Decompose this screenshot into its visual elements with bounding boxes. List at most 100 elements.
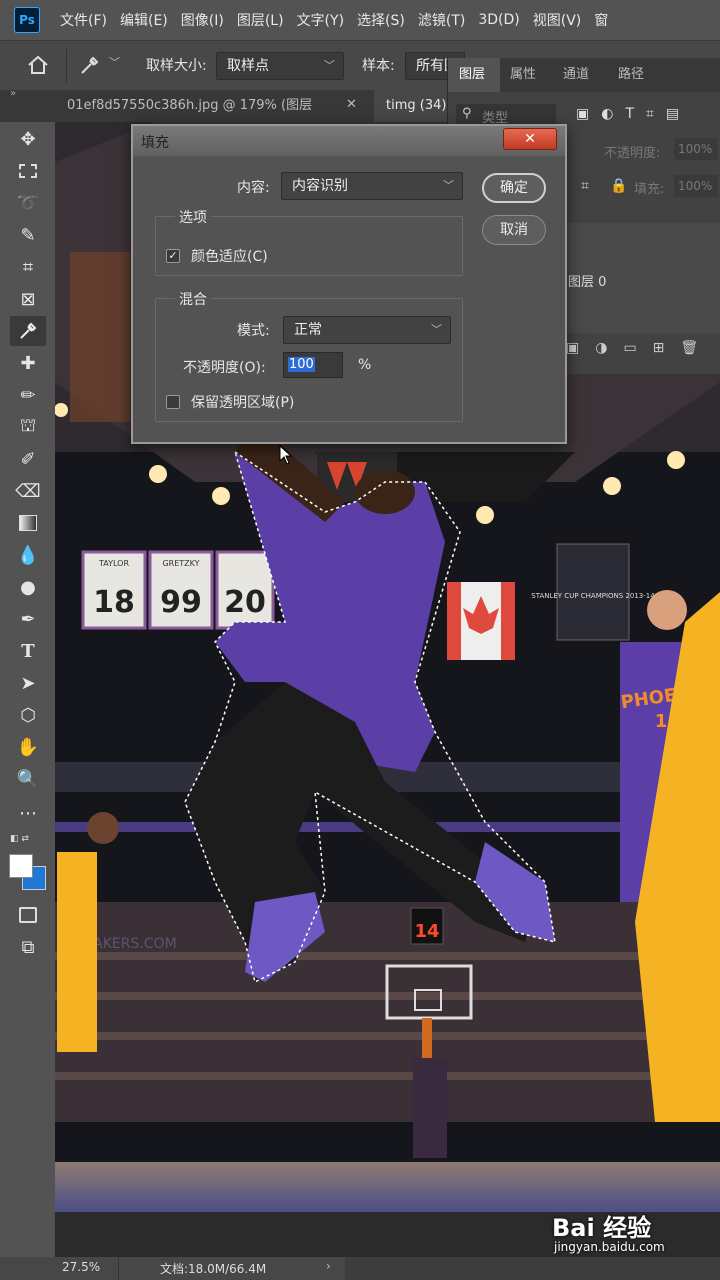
menu-view[interactable]: 视图(V) [533, 10, 582, 30]
banner-name-1: TAYLOR [98, 559, 129, 568]
menu-filter[interactable]: 滤镜(T) [418, 10, 465, 30]
menu-file[interactable]: 文件(F) [60, 10, 107, 30]
pen-tool-icon[interactable]: ✒ [10, 604, 46, 634]
home-icon[interactable] [26, 54, 50, 76]
zoom-level[interactable]: 27.5% [62, 1260, 100, 1274]
menu-bar: Ps 文件(F) 编辑(E) 图像(I) 图层(L) 文字(Y) 选择(S) 滤… [0, 0, 720, 40]
photoshop-logo: Ps [14, 7, 40, 33]
dialog-title-bar[interactable]: 填充 ✕ [133, 126, 565, 156]
blur-tool-icon[interactable]: 💧 [10, 540, 46, 570]
chevron-down-icon[interactable]: ﹀ [109, 54, 120, 70]
zoom-tool-icon[interactable]: 🔍 [10, 764, 46, 794]
panel-collapse-icon[interactable]: » [10, 88, 16, 99]
cancel-button[interactable]: 取消 [482, 215, 546, 245]
menu-type[interactable]: 文字(Y) [297, 10, 344, 30]
sample-label: 样本: [362, 58, 395, 74]
tab-properties[interactable]: 属性 [510, 58, 536, 92]
move-tool-icon[interactable]: ✥ [10, 124, 46, 154]
banner-name-2: GRETZKY [162, 559, 199, 568]
fill-field[interactable]: 100% [674, 175, 718, 197]
color-adapt-checkbox[interactable]: ✓ [166, 249, 180, 263]
close-tab-icon[interactable]: ✕ [346, 97, 357, 112]
jersey-right-number: 1 [655, 711, 668, 732]
mode-select[interactable]: 正常 ﹀ [283, 316, 451, 344]
layer-actions[interactable]: ▣◑▭⊞🗑 [566, 340, 716, 362]
banner-number-2: 99 [160, 585, 202, 620]
crop-tool-icon[interactable]: ⌗ [10, 252, 46, 282]
layer-filter-icons[interactable]: ▣◐T⌗▤ [576, 106, 716, 126]
tab-layers[interactable]: 图层 [448, 58, 500, 92]
hand-tool-icon[interactable]: ✋ [10, 732, 46, 762]
history-brush-tool-icon[interactable]: ✐ [10, 444, 46, 474]
banner-number-1: 18 [93, 585, 135, 620]
tab-paths[interactable]: 路径 [618, 58, 644, 92]
watermark-url: jingyan.baidu.com [554, 1240, 665, 1254]
content-select[interactable]: 内容识别 ﹀ [281, 172, 463, 200]
opacity-unit: % [358, 357, 372, 373]
lock-all-icon[interactable]: 🔒 [610, 178, 627, 194]
search-icon: ⚲ [462, 106, 472, 121]
ok-button[interactable]: 确定 [482, 173, 546, 203]
blend-group-title: 混合 [175, 289, 211, 309]
tab-channels[interactable]: 通道 [563, 58, 589, 92]
color-adapt-label: 颜色适应(C) [191, 249, 268, 265]
tab-document-2[interactable]: timg (34) [374, 90, 450, 122]
mouse-cursor-icon [279, 444, 293, 469]
magic-wand-tool-icon[interactable]: ✎ [10, 220, 46, 250]
horizontal-scrollbar[interactable] [345, 1257, 720, 1280]
screen-mode-icon[interactable]: ⧉ [10, 932, 46, 962]
dialog-title: 填充 [141, 135, 169, 151]
tab-document-1[interactable]: 01ef8d57550c386h.jpg @ 179% (图层 [55, 90, 355, 122]
menu-layer[interactable]: 图层(L) [237, 10, 284, 30]
sample-size-select[interactable]: 取样点 ﹀ [216, 52, 344, 80]
layer-name: 图层 0 [568, 275, 607, 290]
options-divider [66, 49, 67, 83]
dodge-tool-icon[interactable]: ● [10, 572, 46, 602]
dialog-close-button[interactable]: ✕ [503, 128, 557, 150]
fill-dialog: 填充 ✕ 内容: 内容识别 ﹀ 确定 取消 选项 ✓ 颜色适应(C) 混合 模式:… [131, 124, 567, 444]
document-size: 文档:18.0M/66.4M [160, 1262, 267, 1276]
gradient-tool-icon[interactable] [10, 508, 46, 538]
banner-number-3: 20 [224, 585, 266, 620]
foreground-color-swatch[interactable] [9, 854, 33, 878]
clone-stamp-tool-icon[interactable]: ⛫ [10, 412, 46, 442]
watermark-brand: Bai 经验 [552, 1214, 652, 1242]
lasso-tool-icon[interactable]: ➰ [10, 188, 46, 218]
more-tools-icon[interactable]: ⋯ [10, 798, 46, 828]
menu-image[interactable]: 图像(I) [181, 10, 224, 30]
preserve-transparency-label: 保留透明区域(P) [191, 395, 295, 411]
menu-select[interactable]: 选择(S) [357, 10, 405, 30]
status-bar: 27.5% 文档:18.0M/66.4M › [0, 1257, 720, 1280]
eraser-tool-icon[interactable]: ⌫ [10, 476, 46, 506]
status-menu-arrow-icon[interactable]: › [326, 1259, 331, 1273]
default-colors-icon[interactable]: ◧ ⇄ [10, 834, 29, 844]
fill-label: 填充: [634, 182, 665, 197]
preserve-transparency-checkbox[interactable] [166, 395, 180, 409]
lock-position-icon[interactable]: ⌗ [581, 178, 589, 194]
eyedropper-preset-icon[interactable] [78, 53, 102, 77]
frame-tool-icon[interactable]: ⊠ [10, 284, 46, 314]
menu-edit[interactable]: 编辑(E) [120, 10, 168, 30]
options-group-title: 选项 [175, 207, 211, 227]
champions-banner-text: STANLEY CUP CHAMPIONS 2013-14 [531, 592, 655, 600]
sample-size-label: 取样大小: [146, 58, 207, 74]
shot-clock: 14 [414, 921, 439, 942]
opacity-label: 不透明度: [604, 146, 661, 161]
menu-window[interactable]: 窗 [594, 10, 608, 30]
healing-brush-tool-icon[interactable]: ✚ [10, 348, 46, 378]
type-tool-icon[interactable]: T [10, 636, 46, 666]
path-selection-tool-icon[interactable]: ➤ [10, 668, 46, 698]
menu-3d[interactable]: 3D(D) [478, 12, 519, 28]
opacity-input[interactable]: 100 [283, 352, 343, 378]
arena-text: LAKERS.COM [85, 936, 177, 952]
shape-tool-icon[interactable]: ⬡ [10, 700, 46, 730]
tools-panel: ✥ ➰ ✎ ⌗ ⊠ ✚ ✏ ⛫ ✐ ⌫ 💧 ● ✒ T ➤ ⬡ ✋ 🔍 ⋯ ◧ … [0, 122, 55, 1257]
document-tab-bar: » 01ef8d57550c386h.jpg @ 179% (图层 ✕ timg… [0, 88, 450, 122]
brush-tool-icon[interactable]: ✏ [10, 380, 46, 410]
eyedropper-tool-icon[interactable] [10, 316, 46, 346]
opacity-value: 100 [288, 357, 315, 372]
status-divider [118, 1257, 119, 1280]
marquee-tool-icon[interactable] [10, 156, 46, 186]
opacity-field[interactable]: 100% [674, 138, 718, 160]
quick-mask-icon[interactable] [10, 900, 46, 930]
